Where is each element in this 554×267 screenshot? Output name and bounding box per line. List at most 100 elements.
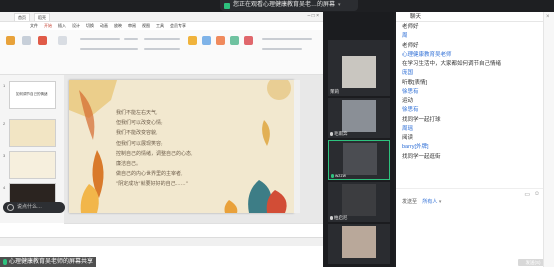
font-select[interactable] [80,38,120,40]
chat-message: 阅读 [402,135,414,141]
ribbon-misc [262,38,312,40]
slide-scrollbar[interactable] [294,80,300,213]
participant-video [342,100,376,132]
participant-tile[interactable] [328,224,390,264]
chat-recipient[interactable]: 发送至 所有人 ▾ [402,198,441,205]
ribbon-tab[interactable]: 插入 [58,22,66,30]
ribbon-tab[interactable]: 工具 [156,22,164,30]
participant-gallery: 心理健康教育吴老师 茉莉 毛雨奔 wzzw 柏启尼 [324,12,394,267]
screen-share-label-text: 心理健康教育吴老师的屏幕共享 [9,259,94,265]
participant-tile[interactable]: 茉莉 [328,54,390,96]
chat-input[interactable] [402,208,548,256]
slide-line: 我们不能改变容貌, [116,130,158,137]
ribbon-tab[interactable]: 审阅 [128,22,136,30]
chat-header: 聊天 × [396,12,554,22]
slide-line: 但我们可以改变心情; [116,120,163,127]
screen-share-label: 心理健康教育吴老师的屏幕共享 [0,257,97,267]
chat-sender: barry[外牌] [402,144,429,151]
ribbon-tabs: 文件 开始 插入 设计 切换 动画 放映 审阅 视图 工具 会员专享 [0,22,323,30]
ribbon-tab[interactable]: 会员专享 [170,22,186,30]
slide-line: 做自己的内心世界里的主宰者, [116,171,183,178]
ribbon-tab[interactable]: 文件 [30,22,38,30]
chat-quick-input-placeholder: 说点什么… [17,204,43,210]
shared-screen: 首页 稻壳 – □ × 文件 开始 插入 设计 切换 动画 放映 审阅 视图 工… [0,12,323,267]
chat-message: 找同学一起逛街 [402,153,441,160]
chat-message: 运动 [402,98,414,104]
participant-tile[interactable]: 毛雨奔 [328,98,390,138]
slide-thumbnail-3[interactable]: 3 [3,151,56,179]
ribbon-misc [262,48,302,50]
thumb-title: 如何调节自己的情绪 [16,92,48,96]
participant-video [343,143,377,175]
window-controls-icon[interactable]: – □ × [308,13,320,19]
chat-quick-input[interactable]: 说点什么… [3,202,65,213]
participant-name: 毛雨奔 [334,131,348,136]
ribbon-tab[interactable]: 设计 [72,22,80,30]
participant-video [342,184,376,216]
chevron-down-icon: ▾ [438,199,442,205]
share-status-icon [224,2,230,9]
picture-icon[interactable] [202,36,211,45]
new-slide-icon[interactable] [38,36,47,45]
textbox-icon[interactable] [216,36,225,45]
chat-sender: 徐思有 [402,88,419,95]
chat-sender: 徐思有 [402,107,419,114]
participant-name: 柏启尼 [334,215,348,220]
participant-tile-active[interactable]: wzzw [328,140,390,180]
find-icon[interactable] [244,36,253,45]
chat-message-list[interactable]: 老师好 周 老师好 心理健康教育吴老师 在学习生活中，大家都如何调节自己情绪 庞… [396,23,554,198]
font-size-select[interactable] [124,38,138,40]
chevron-down-icon: ▾ [338,2,341,8]
slide-thumbnail-2[interactable]: 2 [3,119,56,147]
folder-icon[interactable]: ▭ [524,191,530,198]
right-rail: × [543,12,554,267]
slide-line: 控制自己的情绪，调整自己的心态, [116,150,193,157]
arrange-icon[interactable] [230,36,239,45]
paragraph-row[interactable] [144,38,180,40]
participant-name: wzzw [335,173,346,178]
slide-thumbnail-1[interactable]: 1 如何调节自己的情绪 [3,81,56,109]
emoji-icon[interactable]: ☺ [534,191,540,197]
slide-line: "阴定成功"就要好好的自己……" [116,181,188,188]
comment-icon [7,204,14,211]
wps-titlebar: 首页 稻壳 – □ × [0,12,323,22]
chat-title: 聊天 [410,14,422,20]
tab-home[interactable]: 首页 [14,13,30,21]
thumb-number: 1 [3,83,6,88]
slide-body-text: 我们不能左右天气, 但我们可以改变心情; 我们不能改变容貌, 但我们可以展现笑容… [116,108,281,190]
mic-off-icon [330,132,333,136]
ribbon-tab[interactable]: 开始 [44,22,52,30]
participant-name-row: 毛雨奔 [330,131,348,137]
thumb-number: 3 [3,153,6,158]
chat-sender: 庞国 [402,70,414,77]
tab-docer[interactable]: 稻壳 [34,13,50,21]
chat-panel: 聊天 × 老师好 周 老师好 心理健康教育吴老师 在学习生活中，大家都如何调节自… [396,12,554,267]
sharing-banner-text: 您正在观看心理健康教育吴老…的屏幕 [233,2,336,8]
ribbon-tab[interactable]: 放映 [114,22,122,30]
chat-message: 找同学一起打球 [402,116,441,123]
chat-recipient-label: 发送至 [402,199,418,205]
slide-line: 但我们可以展现笑容; [116,140,163,147]
ribbon-tab[interactable]: 切换 [86,22,94,30]
close-icon[interactable]: × [546,14,550,20]
ribbon-tab[interactable]: 动画 [100,22,108,30]
format-painter-icon[interactable] [22,36,31,45]
participant-tile[interactable]: 柏启尼 [328,182,390,222]
notes-pane[interactable] [64,223,323,237]
layout-icon[interactable] [58,36,67,45]
current-slide[interactable]: 我们不能左右天气, 但我们可以改变心情; 我们不能改变容貌, 但我们可以展现笑容… [69,80,294,213]
font-style-row[interactable] [80,48,138,50]
participant-name-row: 柏启尼 [330,215,348,221]
chat-message: 老师好 [402,24,419,30]
ribbon-tab[interactable]: 视图 [142,22,150,30]
thumb-number: 4 [3,185,6,190]
chat-message: 听歌[表情] [402,79,428,86]
mic-icon [331,173,334,178]
chat-message: 在学习生活中，大家都如何调节自己情绪 [402,61,502,67]
shape-icon[interactable] [188,36,197,45]
chat-recipient-select[interactable]: 所有人 [422,199,437,205]
chat-sender: 周 [402,33,408,40]
align-row[interactable] [144,48,180,50]
sharing-banner[interactable]: 您正在观看心理健康教育吴老…的屏幕 ▾ [220,0,358,11]
paste-icon[interactable] [6,36,15,45]
